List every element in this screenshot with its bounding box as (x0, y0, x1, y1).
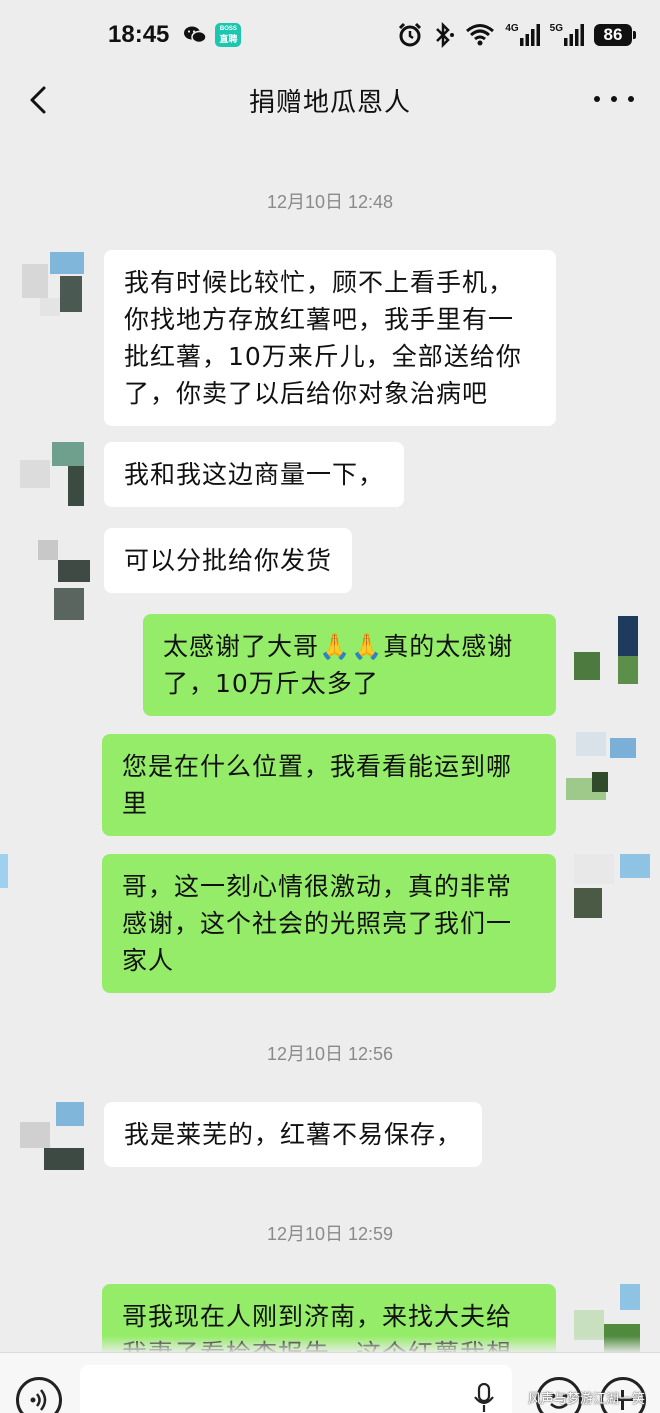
incoming-message[interactable]: 可以分批给你发货 (104, 528, 353, 593)
chat-header: 捐赠地瓜恩人 (0, 70, 660, 132)
wifi-icon (466, 24, 495, 46)
status-left-icons: BOSS 直聘 (183, 23, 242, 47)
message-text: 我和我这边商量一下， (124, 460, 385, 489)
signal-4g: 4G (505, 22, 540, 48)
message-text: 我是莱芜的，红薯不易保存， (124, 1120, 463, 1149)
network-label-4g: 4G (505, 23, 519, 34)
network-label-5g: 5G (549, 23, 563, 34)
timestamp: 12月10日 12:56 (266, 1044, 394, 1064)
wechat-icon (184, 26, 208, 44)
contact-avatar[interactable] (20, 252, 84, 320)
status-right-icons: 4G 5G 86 (397, 22, 636, 48)
timestamp: 12月10日 12:48 (266, 192, 394, 212)
my-avatar[interactable] (566, 732, 640, 800)
message-text: 我有时候比较忙，顾不上看手机， 你找地方存放红薯吧，我手里有一 批红薯，10万来… (124, 268, 522, 408)
message-text: 可以分批给你发货 (124, 546, 333, 575)
outgoing-message[interactable]: 太感谢了大哥🙏🙏真的太感谢 了，10万斤太多了 (143, 614, 556, 716)
incoming-message[interactable]: 我和我这边商量一下， (104, 442, 405, 507)
outgoing-message[interactable]: 哥，这一刻心情很激动，真的非常 感谢，这个社会的光照亮了我们一 家人 (102, 854, 556, 993)
boss-app-icon: BOSS 直聘 (215, 23, 242, 47)
status-bar: 18:45 BOSS 直聘 4G 5G 86 (0, 0, 660, 70)
timestamp: 12月10日 12:59 (266, 1224, 394, 1244)
incoming-message[interactable]: 我有时候比较忙，顾不上看手机， 你找地方存放红薯吧，我手里有一 批红薯，10万来… (104, 250, 556, 426)
my-avatar[interactable] (574, 854, 660, 922)
voice-icon[interactable] (16, 1377, 62, 1413)
bluetooth-icon (436, 22, 455, 48)
contact-avatar[interactable] (20, 1102, 84, 1170)
message-input[interactable] (80, 1365, 512, 1413)
message-text: 您是在什么位置，我看看能运到哪 里 (122, 752, 513, 818)
mic-icon[interactable] (472, 1383, 496, 1413)
boss-badge-bottom: 直聘 (219, 34, 238, 44)
status-time: 18:45 (108, 21, 170, 48)
message-text: 太感谢了大哥🙏🙏真的太感谢 了，10万斤太多了 (163, 632, 514, 698)
contact-avatar[interactable] (20, 442, 84, 510)
alarm-icon (399, 22, 422, 47)
my-avatar[interactable] (574, 616, 638, 684)
outgoing-message[interactable]: 您是在什么位置，我看看能运到哪 里 (102, 734, 556, 836)
boss-badge-top: BOSS (219, 26, 237, 32)
more-dots-icon[interactable] (594, 84, 634, 114)
chat-title: 捐赠地瓜恩人 (248, 88, 411, 118)
incoming-message[interactable]: 我是莱芜的，红薯不易保存， (104, 1102, 483, 1167)
signal-5g: 5G (550, 22, 584, 48)
edge-fragment (0, 854, 8, 888)
contact-avatar[interactable] (38, 528, 90, 620)
battery-indicator: 86 (594, 24, 636, 46)
message-text: 哥，这一刻心情很激动，真的非常 感谢，这个社会的光照亮了我们一 家人 (122, 872, 513, 975)
signal-icon (519, 24, 540, 46)
watermark: 风声与梦游江湖一笑 (528, 1392, 646, 1407)
message-list[interactable]: 12月10日 12:48 我有时候比较忙，顾不上看手机， 你找地方存放红薯吧，我… (0, 132, 660, 1352)
signal-icon (564, 24, 584, 46)
